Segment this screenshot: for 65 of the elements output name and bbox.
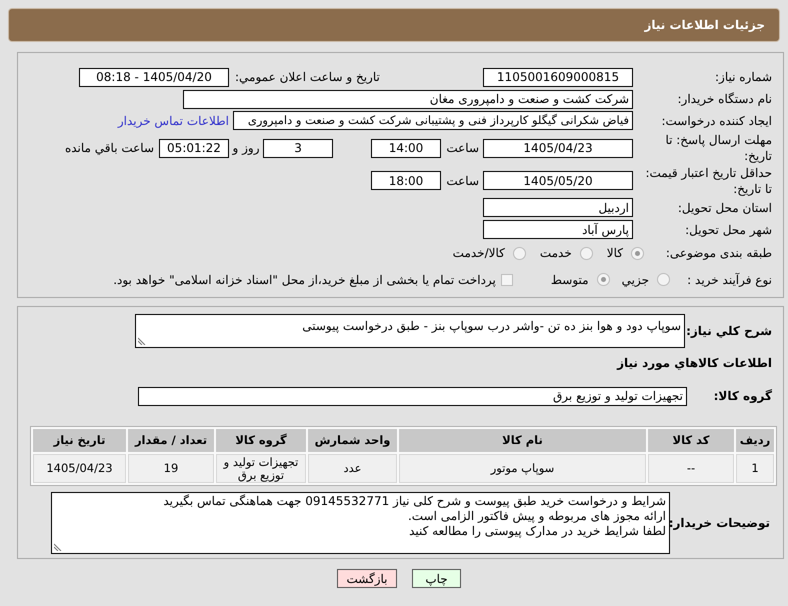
- remaining-label: ساعت باقي مانده: [64, 140, 154, 157]
- buyer-notes-field[interactable]: شرایط و درخواست خرید طبق پیوست و شرح کلی نیاز 09145532771 جهت هماهنگی تماس بگیرید ارائه مجوز های مربوطه و پیش فاکتور الزامی است. لطفا شرایط خرید در مدارک پیوستی را مطالعه کنید: [51, 492, 670, 554]
- resize-grip-icon[interactable]: [54, 543, 62, 551]
- field-label: شهر محل تحویل:: [684, 222, 772, 238]
- field-label: حداقل تاریخ اعتبار قیمت: تا تاریخ:: [644, 164, 772, 196]
- radio-button[interactable]: [580, 246, 593, 260]
- table-cell: 19: [128, 454, 214, 483]
- table-cell: --: [648, 454, 734, 483]
- time-label: ساعت: [445, 172, 480, 190]
- checkbox-label: پرداخت تمام یا بخشی از مبلغ خرید،از محل "اسناد خزانه اسلامی" خواهد بود.: [113, 272, 496, 288]
- radio-button[interactable]: [657, 273, 670, 286]
- column-header: تعداد / مقدار: [128, 429, 214, 452]
- radio-label: کالا: [606, 245, 623, 262]
- column-header: گروه کالا: [216, 429, 306, 452]
- province-field[interactable]: اردبیل: [483, 198, 633, 217]
- announce-date-field[interactable]: 1405/04/20 - 08:18: [79, 68, 229, 86]
- field-label: تاریخ و ساعت اعلان عمومي:: [235, 69, 380, 86]
- time-field[interactable]: 14:00: [371, 138, 441, 158]
- radio-button[interactable]: [512, 246, 526, 260]
- field-label: گروه کالا:: [712, 388, 772, 405]
- table-cell: سوپاپ موتور: [399, 454, 646, 483]
- days-field[interactable]: 3: [263, 138, 333, 158]
- radio-label: جزيي: [622, 272, 649, 288]
- requester-field[interactable]: فیاض شکرانی گیگلو کارپرداز فنی و پشتیبانی شرکت کشت و صنعت و دامپروری: [233, 111, 633, 130]
- field-label: استان محل تحویل:: [676, 200, 772, 216]
- checkbox[interactable]: [500, 274, 513, 286]
- description-field[interactable]: سوپاپ دود و هوا بنز ده تن -واشر درب سوپاپ بنز - طبق درخواست پیوستی: [135, 314, 685, 348]
- resize-grip-icon[interactable]: [138, 337, 146, 345]
- field-label: نوع فرآیند خرید :: [686, 272, 772, 288]
- section-title: اطلاعات کالاهاي مورد نیاز: [617, 355, 772, 372]
- radio-button[interactable]: [596, 273, 610, 286]
- table-cell: 1405/04/23: [33, 454, 126, 483]
- goods-group-field[interactable]: تجهیزات تولید و توزیع برق: [138, 386, 687, 406]
- field-label: مهلت ارسال پاسخ: تا تاریخ:: [664, 132, 772, 164]
- table-cell: عدد: [308, 454, 397, 483]
- buyer-org-field[interactable]: شرکت کشت و صنعت و دامپروری مغان: [183, 90, 633, 108]
- field-label: شرح کلي نیاز:: [685, 323, 772, 340]
- days-label: روز و: [231, 140, 260, 157]
- city-field[interactable]: پارس آباد: [483, 220, 633, 239]
- column-header: ردیف: [736, 429, 774, 452]
- column-header: تاریخ نیاز: [33, 429, 126, 452]
- date-field[interactable]: 1405/04/23: [483, 138, 633, 158]
- need-number-field[interactable]: 1105001609000815: [483, 68, 633, 86]
- radio-button[interactable]: [631, 246, 644, 260]
- column-header: کد کالا: [648, 429, 734, 452]
- radio-label: متوسط: [550, 272, 589, 288]
- back-button[interactable]: بازگشت: [337, 569, 397, 588]
- buyer-contact-link[interactable]: اطلاعات تماس خریدار: [118, 112, 229, 130]
- table-cell: 1: [736, 454, 774, 483]
- radio-label: کالا/خدمت: [452, 245, 505, 262]
- field-label: شماره نیاز:: [714, 69, 772, 86]
- print-button[interactable]: چاپ: [412, 569, 461, 588]
- time-label: ساعت: [445, 140, 480, 157]
- page-title: جزئیات اطلاعات نیاز: [644, 17, 765, 34]
- field-label: نام دستگاه خریدار:: [676, 91, 772, 108]
- field-label: طبقه بندی موضوعی:: [664, 245, 772, 262]
- radio-label: خدمت: [540, 245, 572, 262]
- remaining-time-field[interactable]: 05:01:22: [159, 138, 229, 158]
- column-header: واحد شمارش: [308, 429, 397, 452]
- field-label: توضیحات خریدار:: [670, 515, 771, 532]
- field-label: ایجاد کننده درخواست:: [660, 112, 772, 130]
- column-header: نام کالا: [399, 429, 646, 452]
- date-field[interactable]: 1405/05/20: [483, 171, 633, 190]
- time-field[interactable]: 18:00: [371, 171, 441, 190]
- table-cell: تجهیزات تولید و توزیع برق: [216, 454, 306, 483]
